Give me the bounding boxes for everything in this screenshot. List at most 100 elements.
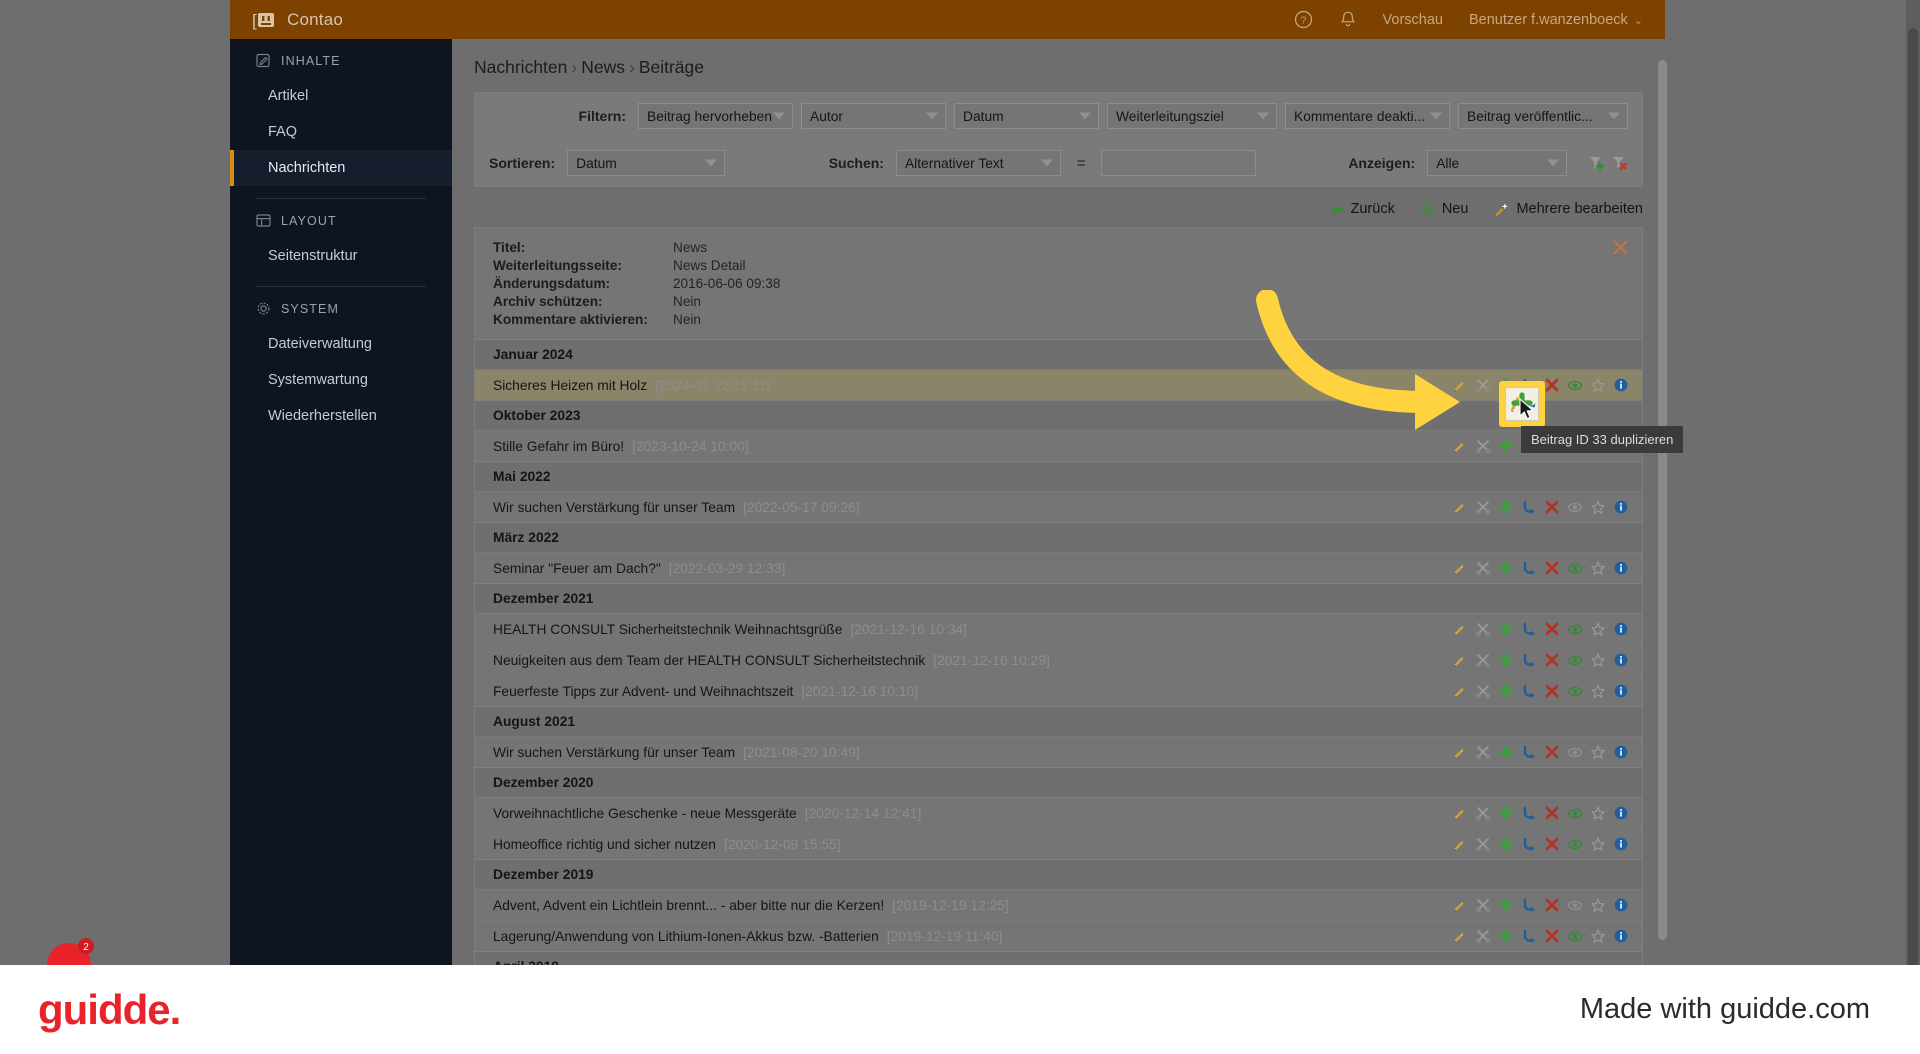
- edit-pencil-icon[interactable]: [1453, 378, 1467, 392]
- feature-star-icon[interactable]: [1591, 683, 1605, 698]
- sidebar-item-nachrichten[interactable]: Nachrichten: [230, 150, 452, 186]
- cut-scissors-icon[interactable]: [1476, 745, 1490, 759]
- toggle-visibility-eye-off-icon[interactable]: [1568, 898, 1582, 912]
- paste-after-icon[interactable]: [1522, 898, 1536, 912]
- edit-pencil-icon[interactable]: [1453, 929, 1467, 943]
- breadcrumb-part-1[interactable]: Nachrichten: [474, 57, 567, 77]
- info-icon[interactable]: [1614, 561, 1628, 575]
- edit-pencil-icon[interactable]: [1453, 561, 1467, 575]
- edit-pencil-icon[interactable]: [1453, 684, 1467, 698]
- search-field-select[interactable]: Alternativer Text: [895, 150, 1061, 176]
- sidebar-item-systemwartung[interactable]: Systemwartung: [230, 362, 452, 398]
- row-title[interactable]: Sicheres Heizen mit Holz: [493, 378, 647, 393]
- edit-pencil-icon[interactable]: [1453, 500, 1467, 514]
- info-icon[interactable]: [1614, 806, 1628, 820]
- feature-star-icon[interactable]: [1591, 928, 1605, 943]
- highlight-duplicate-icon[interactable]: [1499, 381, 1545, 427]
- cut-scissors-icon[interactable]: [1476, 684, 1490, 698]
- table-row[interactable]: Stille Gefahr im Büro! [2023-10-24 10:00]: [475, 430, 1642, 461]
- duplicate-plus-icon[interactable]: [1499, 684, 1513, 698]
- back-button[interactable]: Zurück: [1329, 201, 1395, 217]
- duplicate-plus-icon[interactable]: [1499, 622, 1513, 636]
- feature-star-icon[interactable]: [1591, 897, 1605, 912]
- cut-scissors-icon[interactable]: [1476, 439, 1490, 453]
- toggle-visibility-eye-off-icon[interactable]: [1568, 745, 1582, 759]
- filter-select-kommentare[interactable]: Kommentare deakti...: [1285, 103, 1450, 129]
- row-title[interactable]: Neuigkeiten aus dem Team der HEALTH CONS…: [493, 653, 925, 668]
- info-icon[interactable]: [1614, 653, 1628, 667]
- paste-after-icon[interactable]: [1522, 837, 1536, 851]
- breadcrumb-part-2[interactable]: News: [581, 57, 625, 77]
- edit-pencil-icon[interactable]: [1453, 806, 1467, 820]
- duplicate-plus-icon[interactable]: [1499, 898, 1513, 912]
- paste-after-icon[interactable]: [1522, 622, 1536, 636]
- toggle-visibility-eye-icon[interactable]: [1568, 929, 1582, 943]
- main-scrollbar-thumb[interactable]: [1658, 60, 1667, 940]
- cut-scissors-icon[interactable]: [1476, 561, 1490, 575]
- sidebar-item-seitenstruktur[interactable]: Seitenstruktur: [230, 238, 452, 274]
- delete-x-icon[interactable]: [1545, 745, 1559, 759]
- filter-reset-icon[interactable]: [1612, 155, 1628, 171]
- bell-icon[interactable]: [1339, 10, 1357, 29]
- duplicate-plus-icon[interactable]: [1499, 500, 1513, 514]
- edit-pencil-icon[interactable]: [1453, 622, 1467, 636]
- delete-x-icon[interactable]: [1545, 653, 1559, 667]
- info-icon[interactable]: [1614, 837, 1628, 851]
- cut-scissors-icon[interactable]: [1476, 837, 1490, 851]
- delete-x-icon[interactable]: [1545, 806, 1559, 820]
- main-scrollbar[interactable]: [1658, 60, 1667, 965]
- delete-x-icon[interactable]: [1545, 898, 1559, 912]
- cut-scissors-icon[interactable]: [1476, 929, 1490, 943]
- cut-scissors-icon[interactable]: [1476, 500, 1490, 514]
- feature-star-icon[interactable]: [1591, 805, 1605, 820]
- duplicate-plus-icon[interactable]: [1499, 837, 1513, 851]
- info-icon[interactable]: [1614, 500, 1628, 514]
- info-icon[interactable]: [1614, 929, 1628, 943]
- paste-after-icon[interactable]: [1522, 653, 1536, 667]
- feature-star-icon[interactable]: [1591, 499, 1605, 514]
- row-title[interactable]: Advent, Advent ein Lichtlein brennt... -…: [493, 898, 884, 913]
- info-icon[interactable]: [1614, 898, 1628, 912]
- close-icon[interactable]: [1613, 240, 1628, 255]
- info-icon[interactable]: [1614, 684, 1628, 698]
- row-title[interactable]: Wir suchen Verstärkung für unser Team: [493, 500, 735, 515]
- feature-star-icon[interactable]: [1591, 560, 1605, 575]
- feature-star-icon[interactable]: [1591, 621, 1605, 636]
- duplicate-plus-icon[interactable]: [1499, 653, 1513, 667]
- row-title[interactable]: Wir suchen Verstärkung für unser Team: [493, 745, 735, 760]
- filter-select-beitrag-hervorheben[interactable]: Beitrag hervorheben: [638, 103, 793, 129]
- delete-x-icon[interactable]: [1545, 378, 1559, 392]
- feature-star-icon[interactable]: [1591, 744, 1605, 759]
- sort-select[interactable]: Datum: [567, 150, 725, 176]
- help-circle-icon[interactable]: ?: [1294, 10, 1313, 29]
- filter-select-weiterleitungsziel[interactable]: Weiterleitungsziel: [1107, 103, 1277, 129]
- filter-select-veroeffentlicht[interactable]: Beitrag veröffentlic...: [1458, 103, 1628, 129]
- paste-after-icon[interactable]: [1522, 806, 1536, 820]
- duplicate-plus-icon[interactable]: [1499, 929, 1513, 943]
- info-icon[interactable]: [1614, 378, 1628, 392]
- edit-pencil-icon[interactable]: [1453, 653, 1467, 667]
- cut-scissors-icon[interactable]: [1476, 806, 1490, 820]
- info-icon[interactable]: [1614, 745, 1628, 759]
- row-title[interactable]: Seminar "Feuer am Dach?": [493, 561, 661, 576]
- edit-pencil-icon[interactable]: [1453, 898, 1467, 912]
- info-icon[interactable]: [1614, 622, 1628, 636]
- sidebar-item-wiederherstellen[interactable]: Wiederherstellen: [230, 398, 452, 434]
- new-button[interactable]: Neu: [1420, 201, 1468, 217]
- paste-after-icon[interactable]: [1522, 745, 1536, 759]
- table-row[interactable]: Sicheres Heizen mit Holz [2024-01-22 11:1…: [475, 369, 1642, 400]
- cut-scissors-icon[interactable]: [1476, 653, 1490, 667]
- duplicate-plus-icon[interactable]: [1499, 561, 1513, 575]
- edit-pencil-icon[interactable]: [1453, 745, 1467, 759]
- table-row[interactable]: HEALTH CONSULT Sicherheitstechnik Weihna…: [475, 613, 1642, 644]
- cut-scissors-icon[interactable]: [1476, 898, 1490, 912]
- row-title[interactable]: Stille Gefahr im Büro!: [493, 439, 624, 454]
- duplicate-plus-icon[interactable]: [1499, 745, 1513, 759]
- table-row[interactable]: Lagerung/Anwendung von Lithium-Ionen-Akk…: [475, 920, 1642, 951]
- user-menu[interactable]: Benutzer f.wanzenboeck ⌄: [1469, 12, 1643, 28]
- filter-select-datum[interactable]: Datum: [954, 103, 1099, 129]
- toggle-visibility-eye-icon[interactable]: [1568, 622, 1582, 636]
- feature-star-icon[interactable]: [1591, 836, 1605, 851]
- toggle-visibility-eye-off-icon[interactable]: [1568, 500, 1582, 514]
- table-row[interactable]: Wir suchen Verstärkung für unser Team [20…: [475, 736, 1642, 767]
